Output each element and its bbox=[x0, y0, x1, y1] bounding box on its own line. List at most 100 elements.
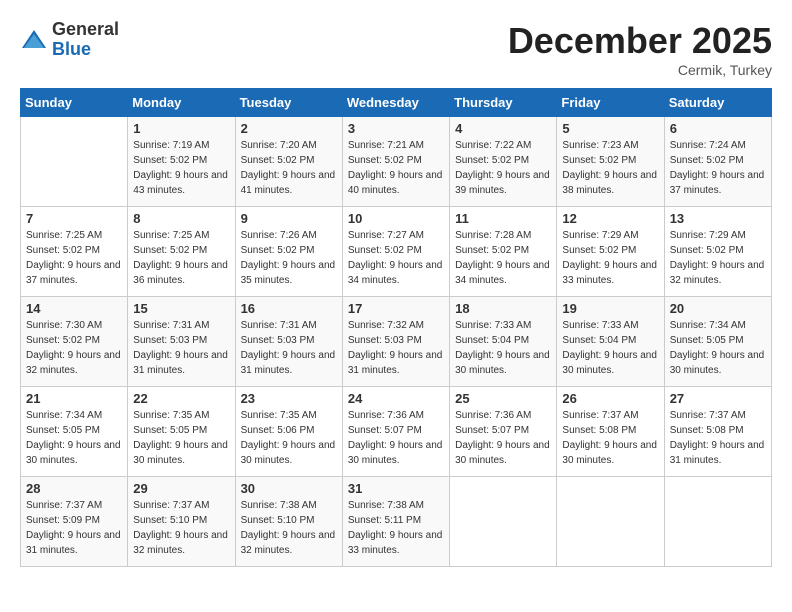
column-header-wednesday: Wednesday bbox=[342, 89, 449, 117]
calendar-cell: 30 Sunrise: 7:38 AMSunset: 5:10 PMDaylig… bbox=[235, 477, 342, 567]
calendar-cell: 23 Sunrise: 7:35 AMSunset: 5:06 PMDaylig… bbox=[235, 387, 342, 477]
day-number: 27 bbox=[670, 391, 766, 406]
day-info: Sunrise: 7:37 AMSunset: 5:08 PMDaylight:… bbox=[670, 410, 765, 466]
calendar-cell: 21 Sunrise: 7:34 AMSunset: 5:05 PMDaylig… bbox=[21, 387, 128, 477]
day-info: Sunrise: 7:28 AMSunset: 5:02 PMDaylight:… bbox=[455, 230, 550, 286]
column-header-tuesday: Tuesday bbox=[235, 89, 342, 117]
day-number: 1 bbox=[133, 121, 229, 136]
calendar-cell: 16 Sunrise: 7:31 AMSunset: 5:03 PMDaylig… bbox=[235, 297, 342, 387]
day-number: 2 bbox=[241, 121, 337, 136]
calendar-cell: 5 Sunrise: 7:23 AMSunset: 5:02 PMDayligh… bbox=[557, 117, 664, 207]
day-info: Sunrise: 7:33 AMSunset: 5:04 PMDaylight:… bbox=[562, 320, 657, 376]
day-number: 9 bbox=[241, 211, 337, 226]
calendar-cell: 18 Sunrise: 7:33 AMSunset: 5:04 PMDaylig… bbox=[450, 297, 557, 387]
day-info: Sunrise: 7:37 AMSunset: 5:10 PMDaylight:… bbox=[133, 500, 228, 556]
day-info: Sunrise: 7:29 AMSunset: 5:02 PMDaylight:… bbox=[670, 230, 765, 286]
title-block: December 2025 Cermik, Turkey bbox=[508, 20, 772, 78]
calendar-cell: 7 Sunrise: 7:25 AMSunset: 5:02 PMDayligh… bbox=[21, 207, 128, 297]
day-number: 8 bbox=[133, 211, 229, 226]
day-info: Sunrise: 7:34 AMSunset: 5:05 PMDaylight:… bbox=[670, 320, 765, 376]
day-number: 3 bbox=[348, 121, 444, 136]
day-number: 26 bbox=[562, 391, 658, 406]
calendar-cell: 28 Sunrise: 7:37 AMSunset: 5:09 PMDaylig… bbox=[21, 477, 128, 567]
day-number: 12 bbox=[562, 211, 658, 226]
calendar-cell: 22 Sunrise: 7:35 AMSunset: 5:05 PMDaylig… bbox=[128, 387, 235, 477]
calendar-cell: 27 Sunrise: 7:37 AMSunset: 5:08 PMDaylig… bbox=[664, 387, 771, 477]
logo-text: General Blue bbox=[52, 20, 119, 60]
day-number: 20 bbox=[670, 301, 766, 316]
day-info: Sunrise: 7:35 AMSunset: 5:06 PMDaylight:… bbox=[241, 410, 336, 466]
calendar-cell: 1 Sunrise: 7:19 AMSunset: 5:02 PMDayligh… bbox=[128, 117, 235, 207]
day-number: 30 bbox=[241, 481, 337, 496]
calendar-cell bbox=[664, 477, 771, 567]
calendar-cell: 9 Sunrise: 7:26 AMSunset: 5:02 PMDayligh… bbox=[235, 207, 342, 297]
day-number: 19 bbox=[562, 301, 658, 316]
day-number: 23 bbox=[241, 391, 337, 406]
location: Cermik, Turkey bbox=[508, 62, 772, 78]
column-header-thursday: Thursday bbox=[450, 89, 557, 117]
day-number: 24 bbox=[348, 391, 444, 406]
logo-blue-text: Blue bbox=[52, 40, 119, 60]
day-info: Sunrise: 7:37 AMSunset: 5:09 PMDaylight:… bbox=[26, 500, 121, 556]
day-info: Sunrise: 7:31 AMSunset: 5:03 PMDaylight:… bbox=[241, 320, 336, 376]
day-number: 6 bbox=[670, 121, 766, 136]
day-number: 4 bbox=[455, 121, 551, 136]
day-number: 22 bbox=[133, 391, 229, 406]
calendar-cell: 2 Sunrise: 7:20 AMSunset: 5:02 PMDayligh… bbox=[235, 117, 342, 207]
day-number: 29 bbox=[133, 481, 229, 496]
calendar-cell: 24 Sunrise: 7:36 AMSunset: 5:07 PMDaylig… bbox=[342, 387, 449, 477]
day-info: Sunrise: 7:22 AMSunset: 5:02 PMDaylight:… bbox=[455, 140, 550, 196]
column-header-monday: Monday bbox=[128, 89, 235, 117]
month-title: December 2025 bbox=[508, 20, 772, 62]
calendar-cell: 8 Sunrise: 7:25 AMSunset: 5:02 PMDayligh… bbox=[128, 207, 235, 297]
calendar-cell bbox=[21, 117, 128, 207]
day-number: 18 bbox=[455, 301, 551, 316]
day-number: 21 bbox=[26, 391, 122, 406]
day-number: 5 bbox=[562, 121, 658, 136]
column-header-friday: Friday bbox=[557, 89, 664, 117]
calendar-cell: 17 Sunrise: 7:32 AMSunset: 5:03 PMDaylig… bbox=[342, 297, 449, 387]
day-info: Sunrise: 7:31 AMSunset: 5:03 PMDaylight:… bbox=[133, 320, 228, 376]
calendar-cell: 6 Sunrise: 7:24 AMSunset: 5:02 PMDayligh… bbox=[664, 117, 771, 207]
column-header-sunday: Sunday bbox=[21, 89, 128, 117]
calendar-week-row: 21 Sunrise: 7:34 AMSunset: 5:05 PMDaylig… bbox=[21, 387, 772, 477]
day-info: Sunrise: 7:29 AMSunset: 5:02 PMDaylight:… bbox=[562, 230, 657, 286]
day-number: 14 bbox=[26, 301, 122, 316]
calendar-cell: 25 Sunrise: 7:36 AMSunset: 5:07 PMDaylig… bbox=[450, 387, 557, 477]
calendar-cell: 11 Sunrise: 7:28 AMSunset: 5:02 PMDaylig… bbox=[450, 207, 557, 297]
day-number: 16 bbox=[241, 301, 337, 316]
calendar-cell: 14 Sunrise: 7:30 AMSunset: 5:02 PMDaylig… bbox=[21, 297, 128, 387]
day-info: Sunrise: 7:25 AMSunset: 5:02 PMDaylight:… bbox=[26, 230, 121, 286]
day-info: Sunrise: 7:37 AMSunset: 5:08 PMDaylight:… bbox=[562, 410, 657, 466]
calendar-header-row: SundayMondayTuesdayWednesdayThursdayFrid… bbox=[21, 89, 772, 117]
day-number: 31 bbox=[348, 481, 444, 496]
day-info: Sunrise: 7:36 AMSunset: 5:07 PMDaylight:… bbox=[348, 410, 443, 466]
day-info: Sunrise: 7:36 AMSunset: 5:07 PMDaylight:… bbox=[455, 410, 550, 466]
day-info: Sunrise: 7:38 AMSunset: 5:11 PMDaylight:… bbox=[348, 500, 443, 556]
day-info: Sunrise: 7:32 AMSunset: 5:03 PMDaylight:… bbox=[348, 320, 443, 376]
calendar-cell: 29 Sunrise: 7:37 AMSunset: 5:10 PMDaylig… bbox=[128, 477, 235, 567]
calendar-cell: 20 Sunrise: 7:34 AMSunset: 5:05 PMDaylig… bbox=[664, 297, 771, 387]
day-number: 17 bbox=[348, 301, 444, 316]
logo: General Blue bbox=[20, 20, 119, 60]
day-info: Sunrise: 7:21 AMSunset: 5:02 PMDaylight:… bbox=[348, 140, 443, 196]
calendar-week-row: 7 Sunrise: 7:25 AMSunset: 5:02 PMDayligh… bbox=[21, 207, 772, 297]
day-number: 13 bbox=[670, 211, 766, 226]
day-number: 10 bbox=[348, 211, 444, 226]
column-header-saturday: Saturday bbox=[664, 89, 771, 117]
day-number: 28 bbox=[26, 481, 122, 496]
calendar-week-row: 14 Sunrise: 7:30 AMSunset: 5:02 PMDaylig… bbox=[21, 297, 772, 387]
day-info: Sunrise: 7:19 AMSunset: 5:02 PMDaylight:… bbox=[133, 140, 228, 196]
calendar-cell: 19 Sunrise: 7:33 AMSunset: 5:04 PMDaylig… bbox=[557, 297, 664, 387]
page-header: General Blue December 2025 Cermik, Turke… bbox=[20, 20, 772, 78]
calendar-cell: 12 Sunrise: 7:29 AMSunset: 5:02 PMDaylig… bbox=[557, 207, 664, 297]
day-info: Sunrise: 7:30 AMSunset: 5:02 PMDaylight:… bbox=[26, 320, 121, 376]
calendar-table: SundayMondayTuesdayWednesdayThursdayFrid… bbox=[20, 88, 772, 567]
day-info: Sunrise: 7:23 AMSunset: 5:02 PMDaylight:… bbox=[562, 140, 657, 196]
calendar-cell: 3 Sunrise: 7:21 AMSunset: 5:02 PMDayligh… bbox=[342, 117, 449, 207]
logo-general-text: General bbox=[52, 20, 119, 40]
day-info: Sunrise: 7:27 AMSunset: 5:02 PMDaylight:… bbox=[348, 230, 443, 286]
day-info: Sunrise: 7:38 AMSunset: 5:10 PMDaylight:… bbox=[241, 500, 336, 556]
day-number: 7 bbox=[26, 211, 122, 226]
calendar-cell: 13 Sunrise: 7:29 AMSunset: 5:02 PMDaylig… bbox=[664, 207, 771, 297]
